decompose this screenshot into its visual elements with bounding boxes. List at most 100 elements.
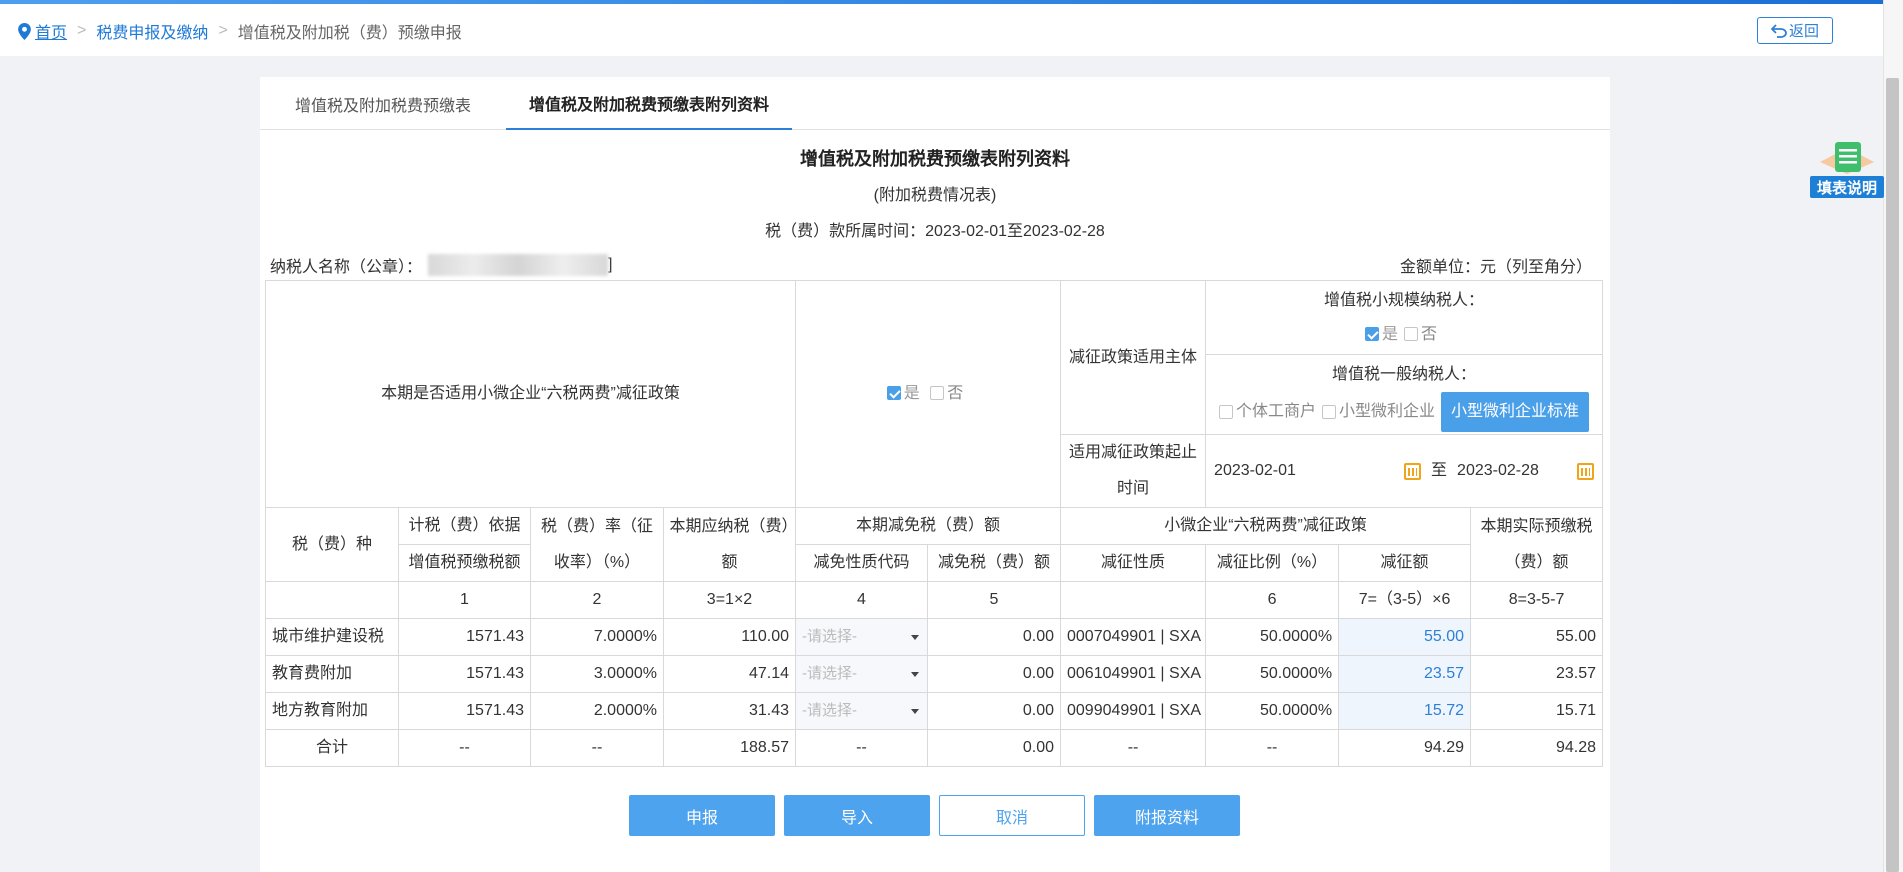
calendar-icon[interactable] (1404, 462, 1422, 480)
row-relief-code-select[interactable]: -请选择- (795, 655, 928, 693)
individual-checkbox[interactable] (1219, 404, 1234, 419)
row-relief-code-select[interactable]: -请选择- (795, 618, 928, 656)
policy-choice: 是 否 (795, 280, 1061, 508)
amount-unit: 金额单位：元（列至角分） (1399, 259, 1592, 276)
breadcrumb-tax-filing-link[interactable]: 税费申报及缴纳 (96, 19, 208, 43)
row-ratio: 50.0000% (1205, 618, 1340, 656)
select-placeholder: -请选择- (802, 665, 857, 682)
breadcrumb-current: 增值税及附加税（费）预缴申报 (237, 25, 462, 42)
row-rate: 3.0000% (530, 655, 664, 693)
small-micro-checkbox[interactable] (1322, 404, 1337, 419)
header-relief: 本期减免税（费）额 (795, 507, 1061, 545)
table-row: 地方教育附加 1571.43 2.0000% 31.43 -请选择- 0.00 … (265, 692, 1604, 730)
total-rate: -- (530, 729, 664, 767)
subject-label: 减征政策适用主体 (1059, 280, 1207, 435)
dropdown-caret-icon (911, 708, 919, 714)
back-button[interactable]: 返回 (1757, 17, 1833, 44)
total-relief-amount: 0.00 (927, 729, 1061, 767)
breadcrumb-home-link[interactable]: 首页 (35, 19, 67, 43)
breadcrumb: 首页 > 税费申报及缴纳 > 增值税及附加税（费）预缴申报 (18, 19, 462, 43)
header-basis: 计税（费）依据 (398, 507, 531, 545)
row-ratio: 50.0000% (1205, 655, 1340, 693)
end-date-field[interactable]: 2023-02-28 (1457, 453, 1539, 489)
total-reduce: 94.29 (1338, 729, 1472, 767)
policy-yes-checkbox[interactable] (886, 386, 901, 400)
fill-instructions-label: 填表说明 (1810, 176, 1884, 198)
row-nature: 0099049901 | SXA (1059, 692, 1207, 730)
row-reduce-amount[interactable]: 23.57 (1338, 655, 1472, 693)
submit-button[interactable]: 申报 (629, 795, 775, 836)
row-basis: 1571.43 (398, 692, 531, 730)
index-cell (1059, 581, 1207, 619)
tab-attached-schedule[interactable]: 增值税及附加税费预缴表附列资料 (506, 77, 792, 130)
total-nature: -- (1059, 729, 1207, 767)
individual-label: 个体工商户 (1236, 402, 1317, 420)
row-payable: 47.14 (663, 655, 796, 693)
header-policy-nature: 减征性质 (1059, 544, 1207, 582)
row-relief-code-select[interactable]: -请选择- (795, 692, 928, 730)
taxpayer-name: 纳税人名称（公章）： ] (270, 253, 612, 277)
location-pin-icon (18, 22, 31, 40)
book-icon (1820, 142, 1874, 174)
row-reduce-amount[interactable]: 55.00 (1338, 618, 1472, 656)
surcharge-table: 本期是否适用小微企业“六税两费”减征政策 是 否 减征政策适用主体 增值税小规模… (265, 280, 1604, 767)
taxpayer-label: 纳税人名称（公章）： (270, 259, 423, 276)
index-cell: 7=（3-5）×6 (1338, 581, 1472, 619)
action-bar: 申报 导入 取消 附报资料 (260, 795, 1610, 836)
row-rate: 2.0000% (530, 692, 664, 730)
row-relief-amount[interactable]: 0.00 (927, 692, 1061, 730)
row-reduce-amount[interactable]: 15.72 (1338, 692, 1472, 730)
index-cell: 3=1×2 (663, 581, 796, 619)
row-nature: 0061049901 | SXA (1059, 655, 1207, 693)
import-button[interactable]: 导入 (784, 795, 930, 836)
policy-question: 本期是否适用小微企业“六税两费”减征政策 (265, 280, 796, 508)
header-basis-sub: 增值税预缴税额 (398, 544, 531, 582)
page-scrollbar-thumb[interactable] (1886, 78, 1899, 872)
index-cell: 6 (1205, 581, 1340, 619)
attach-materials-button[interactable]: 附报资料 (1094, 795, 1240, 836)
small-micro-standard-button[interactable]: 小型微利企业标准 (1441, 391, 1590, 432)
tab-bar: 增值税及附加税费预缴表 增值税及附加税费预缴表附列资料 (260, 77, 1610, 130)
row-relief-amount[interactable]: 0.00 (927, 655, 1061, 693)
tax-period: 税（费）款所属时间：2023-02-01至2023-02-28 (765, 223, 1105, 240)
taxpayer-tail: ] (608, 256, 613, 273)
back-button-label: 返回 (1788, 23, 1819, 40)
row-relief-amount[interactable]: 0.00 (927, 618, 1061, 656)
small-scale-no-label: 否 (1421, 325, 1438, 343)
header-relief-amount: 减免税（费）额 (927, 544, 1061, 582)
dropdown-caret-icon (911, 671, 919, 677)
row-basis: 1571.43 (398, 618, 531, 656)
header-actual: 本期实际预缴税（费）额 (1470, 507, 1604, 582)
header-tax-type: 税（费）种 (265, 507, 399, 582)
policy-no-checkbox[interactable] (930, 386, 945, 400)
fill-instructions-widget[interactable]: 填表说明 (1808, 136, 1884, 202)
breadcrumb-separator: > (218, 22, 228, 39)
policy-period-label: 适用减征政策起止时间 (1059, 434, 1207, 508)
calendar-icon[interactable] (1577, 462, 1595, 480)
total-payable: 188.57 (663, 729, 796, 767)
row-basis: 1571.43 (398, 655, 531, 693)
header-rate: 税（费）率（征收率）（%） (530, 507, 664, 582)
general-taxpayer-label: 增值税一般纳税人： (1332, 365, 1477, 383)
header-relief-code: 减免性质代码 (795, 544, 928, 582)
row-tax-name: 城市维护建设税 (265, 618, 399, 656)
cancel-button[interactable]: 取消 (939, 795, 1085, 836)
tab-prepayment-table[interactable]: 增值税及附加税费预缴表 (260, 77, 506, 130)
row-actual: 23.57 (1470, 655, 1604, 693)
form-title: 增值税及附加税费预缴表附列资料 (800, 149, 1070, 169)
index-cell: 4 (795, 581, 928, 619)
index-cell: 1 (398, 581, 531, 619)
small-scale-yes-label: 是 (1382, 325, 1399, 343)
index-cell (265, 581, 399, 619)
header-payable: 本期应纳税（费）额 (663, 507, 796, 582)
row-tax-name: 地方教育附加 (265, 692, 399, 730)
dropdown-caret-icon (911, 634, 919, 640)
breadcrumb-separator: > (77, 22, 87, 39)
small-micro-label: 小型微利企业 (1339, 402, 1436, 420)
index-cell: 5 (927, 581, 1061, 619)
start-date-field[interactable]: 2023-02-01 (1214, 453, 1296, 489)
small-scale-no-checkbox[interactable] (1404, 326, 1419, 341)
row-payable: 110.00 (663, 618, 796, 656)
form-panel: 增值税及附加税费预缴表 增值税及附加税费预缴表附列资料 增值税及附加税费预缴表附… (260, 77, 1610, 872)
small-scale-yes-checkbox[interactable] (1365, 326, 1380, 341)
